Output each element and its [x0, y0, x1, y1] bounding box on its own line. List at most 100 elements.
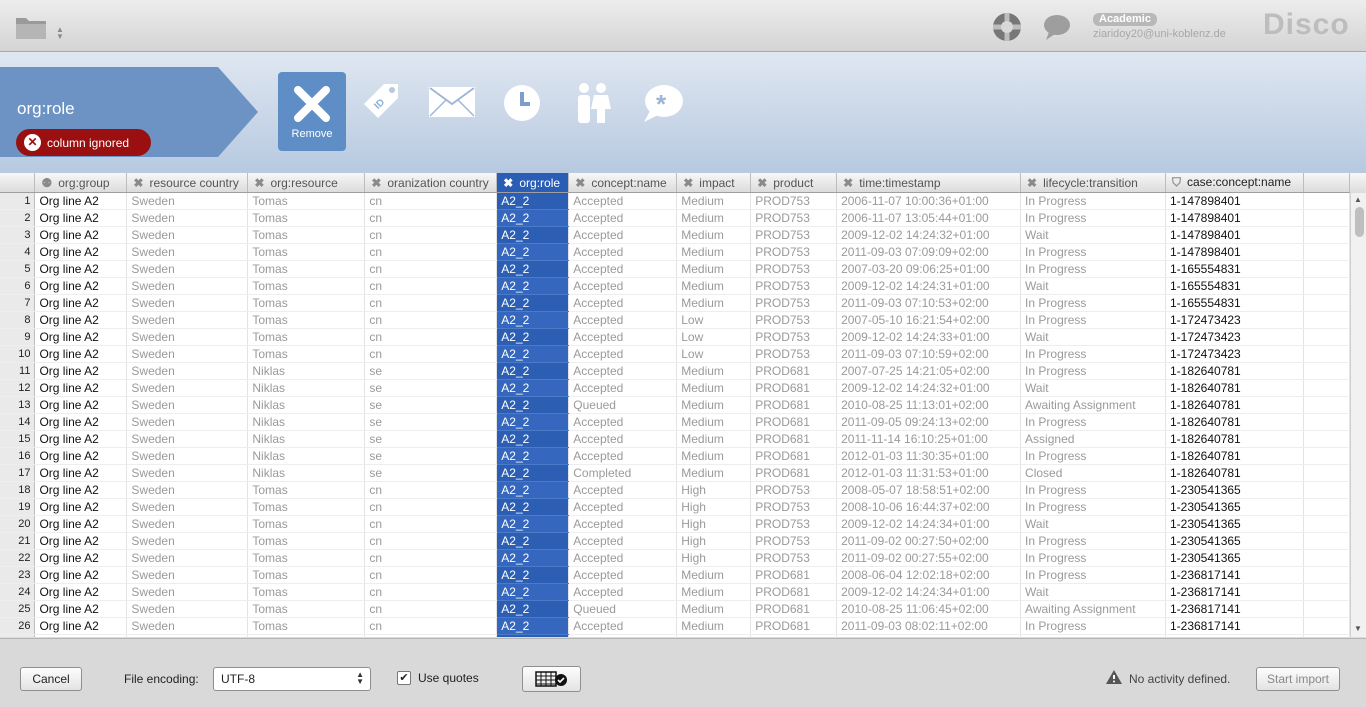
table-cell: Medium — [676, 634, 752, 637]
table-cell: A2_2 — [496, 617, 570, 635]
use-quotes-checkbox[interactable]: ✔ — [397, 671, 411, 685]
table-cell: Accepted — [568, 209, 678, 227]
table-row[interactable]: 7 Org line A2 Sweden Tomas cn A2_2 Accepted Med… — [0, 294, 1350, 312]
lifebuoy-icon[interactable] — [991, 11, 1023, 46]
table-cell: Accepted — [568, 192, 678, 210]
table-row[interactable]: 25 Org line A2 Sweden Tomas cn A2_2 Queued Medi… — [0, 600, 1350, 618]
table-cell: Sweden — [126, 617, 249, 635]
table-cell: 2009-12-02 14:24:32+01:00 — [836, 379, 1022, 397]
table-cell: In Progress — [1020, 498, 1166, 516]
row-number-header — [0, 173, 36, 193]
table-row[interactable]: 18 Org line A2 Sweden Tomas cn A2_2 Accepted Hi… — [0, 481, 1350, 499]
table-cell: A2_2 — [496, 396, 570, 414]
table-row[interactable]: 3 Org line A2 Sweden Tomas cn A2_2 Accepted Med… — [0, 226, 1350, 244]
table-row[interactable]: 8 Org line A2 Sweden Tomas cn A2_2 Accepted Low… — [0, 311, 1350, 329]
table-cell: A2_2 — [496, 498, 570, 516]
table-row[interactable]: 9 Org line A2 Sweden Tomas cn A2_2 Accepted Low… — [0, 328, 1350, 346]
table-cell: Tomas — [247, 294, 366, 312]
chat-bubble-icon[interactable] — [1042, 12, 1072, 45]
table-row[interactable]: 13 Org line A2 Sweden Niklas se A2_2 Queued Med… — [0, 396, 1350, 414]
scroll-down-icon[interactable]: ▼ — [1354, 624, 1362, 633]
column-header[interactable]: ✖ time:timestamp — [836, 173, 1022, 193]
remove-role-button[interactable]: Remove — [278, 72, 346, 151]
data-table: ⚉ org:group ✖ resource country ✖ org:resource… — [0, 173, 1350, 637]
activity-role-button[interactable] — [428, 86, 476, 121]
table-cell: A2_2 — [496, 583, 570, 601]
column-header[interactable]: ✖ oranization country — [364, 173, 498, 193]
scroll-up-icon[interactable]: ▲ — [1354, 195, 1362, 204]
column-header[interactable]: ✖ lifecycle:transition — [1020, 173, 1166, 193]
table-cell: Accepted — [568, 566, 678, 584]
table-row[interactable]: 19 Org line A2 Sweden Tomas cn A2_2 Accepted Hi… — [0, 498, 1350, 516]
table-row[interactable]: 1 Org line A2 Sweden Tomas cn A2_2 Accepted Med… — [0, 192, 1350, 210]
table-cell: Tomas — [247, 566, 366, 584]
column-header[interactable]: ✖ product — [750, 173, 838, 193]
table-row[interactable]: 17 Org line A2 Sweden Niklas se A2_2 Completed… — [0, 464, 1350, 482]
table-cell: Sweden — [126, 600, 249, 618]
table-cell: Niklas — [247, 362, 366, 380]
column-header[interactable]: ⚉ org:group — [34, 173, 128, 193]
table-cell: Tomas — [247, 209, 366, 227]
start-import-button[interactable]: Start import — [1256, 667, 1340, 691]
row-filler — [1303, 600, 1350, 618]
row-number: 10 — [0, 345, 36, 363]
table-cell: Niklas — [247, 413, 366, 431]
column-info-panel: org:role ✕ column ignored — [0, 67, 218, 157]
table-row[interactable]: 15 Org line A2 Sweden Niklas se A2_2 Accepted M… — [0, 430, 1350, 448]
column-header[interactable]: ✖ resource country — [126, 173, 249, 193]
table-row[interactable]: 20 Org line A2 Sweden Tomas cn A2_2 Accepted Hi… — [0, 515, 1350, 533]
table-row[interactable]: 21 Org line A2 Sweden Tomas cn A2_2 Accepted Hi… — [0, 532, 1350, 550]
table-cell: cn — [364, 345, 498, 363]
table-row[interactable]: 6 Org line A2 Sweden Tomas cn A2_2 Accepted Med… — [0, 277, 1350, 295]
table-cell: cn — [364, 311, 498, 329]
table-cell: Org line A2 — [34, 464, 128, 482]
table-cell: Tomas — [247, 311, 366, 329]
table-cell: 2012-01-03 11:31:53+01:00 — [836, 464, 1022, 482]
column-header[interactable]: ✖ impact — [676, 173, 752, 193]
encoding-select[interactable]: UTF-8 ▲ ▼ — [213, 667, 371, 691]
table-row[interactable]: 11 Org line A2 Sweden Niklas se A2_2 Accepted M… — [0, 362, 1350, 380]
table-cell: PROD753 — [750, 209, 838, 227]
row-number: 5 — [0, 260, 36, 278]
data-grid[interactable]: ⚉ org:group ✖ resource country ✖ org:resource… — [0, 173, 1350, 637]
table-row[interactable]: 22 Org line A2 Sweden Tomas cn A2_2 Accepted Hi… — [0, 549, 1350, 567]
table-row[interactable]: 14 Org line A2 Sweden Niklas se A2_2 Accepted M… — [0, 413, 1350, 431]
table-row[interactable]: 4 Org line A2 Sweden Tomas cn A2_2 Accepted Med… — [0, 243, 1350, 261]
resource-role-button[interactable] — [574, 82, 612, 127]
table-cell: cn — [364, 549, 498, 567]
case-id-role-button[interactable]: ID — [360, 78, 404, 127]
table-row[interactable]: 2 Org line A2 Sweden Tomas cn A2_2 Accepted Med… — [0, 209, 1350, 227]
column-header[interactable]: ✖ concept:name — [568, 173, 678, 193]
column-header[interactable]: ✖ org:resource — [247, 173, 366, 193]
column-header-label: concept:name — [591, 175, 667, 190]
table-row[interactable]: 24 Org line A2 Sweden Tomas cn A2_2 Accepted Me… — [0, 583, 1350, 601]
table-cell: Sweden — [126, 481, 249, 499]
table-cell: PROD753 — [750, 192, 838, 210]
column-header[interactable]: ⛉ case:concept:name — [1165, 173, 1304, 193]
table-cell: Sweden — [126, 226, 249, 244]
cancel-button[interactable]: Cancel — [20, 667, 82, 691]
table-cell: Niklas — [247, 447, 366, 465]
table-cell: In Progress — [1020, 447, 1166, 465]
table-row[interactable]: 26 Org line A2 Sweden Tomas cn A2_2 Accepted Me… — [0, 617, 1350, 635]
vertical-scrollbar[interactable]: ▲ ▼ — [1350, 193, 1366, 637]
chevron-updown-icon[interactable]: ▲ ▼ — [56, 26, 64, 41]
other-attribute-role-button[interactable]: * — [642, 84, 684, 127]
table-row[interactable]: 27Org line A2SwedenNiklascnA2_2AcceptedM… — [0, 634, 1350, 637]
account-badge[interactable]: Academic — [1093, 13, 1157, 26]
row-number: 4 — [0, 243, 36, 261]
table-settings-button[interactable] — [522, 666, 581, 692]
table-cell: A2_2 — [496, 209, 570, 227]
table-row[interactable]: 23 Org line A2 Sweden Tomas cn A2_2 Accepted Me… — [0, 566, 1350, 584]
table-cell: cn — [364, 634, 498, 637]
timestamp-role-button[interactable] — [503, 84, 541, 125]
column-header-label: lifecycle:transition — [1043, 175, 1138, 190]
scroll-thumb[interactable] — [1355, 207, 1364, 237]
folder-icon[interactable] — [15, 14, 47, 43]
ignored-x-icon: ✖ — [683, 175, 694, 190]
column-header[interactable]: ✖ org:role — [496, 173, 570, 193]
table-row[interactable]: 5 Org line A2 Sweden Tomas cn A2_2 Accepted Med… — [0, 260, 1350, 278]
table-row[interactable]: 12 Org line A2 Sweden Niklas se A2_2 Accepted M… — [0, 379, 1350, 397]
table-row[interactable]: 10 Org line A2 Sweden Tomas cn A2_2 Accepted Lo… — [0, 345, 1350, 363]
table-row[interactable]: 16 Org line A2 Sweden Niklas se A2_2 Accepted M… — [0, 447, 1350, 465]
